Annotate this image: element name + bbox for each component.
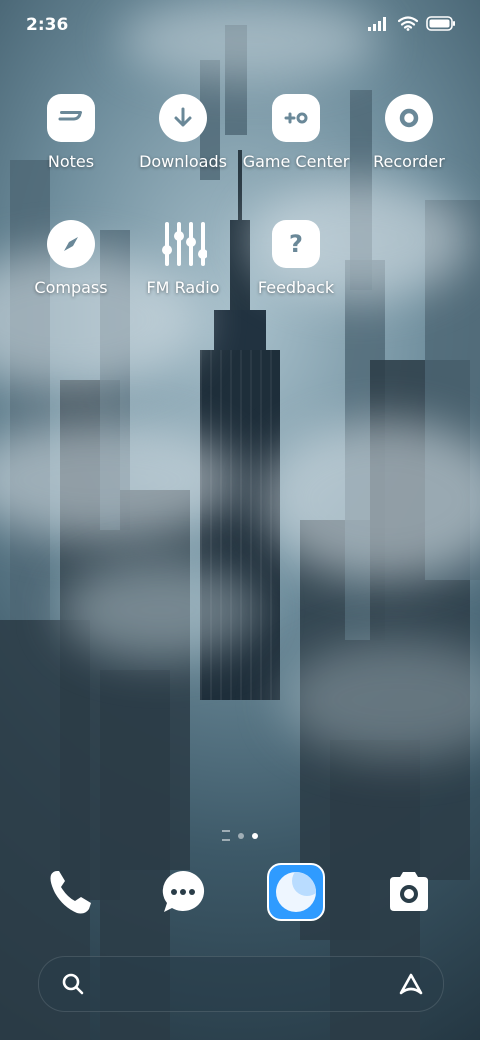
signal-icon: [368, 16, 386, 31]
messages-icon: [162, 870, 205, 912]
app-notes[interactable]: Notes: [16, 94, 126, 171]
status-icons: [368, 16, 456, 31]
app-label: FM Radio: [146, 278, 220, 297]
phone-icon: [50, 871, 91, 914]
search-bar[interactable]: [38, 956, 444, 1012]
browser-icon: [267, 863, 325, 921]
dock-camera[interactable]: [379, 862, 439, 922]
assistant-icon[interactable]: [397, 971, 425, 997]
dock-browser[interactable]: [266, 862, 326, 922]
equalizer-icon: [159, 220, 207, 268]
notes-icon: [47, 94, 95, 142]
app-label: Notes: [47, 152, 95, 171]
app-fm-radio[interactable]: FM Radio: [128, 220, 238, 297]
page-dot: [238, 832, 244, 839]
search-icon: [62, 973, 84, 995]
dock-phone[interactable]: [40, 862, 100, 922]
app-recorder[interactable]: Recorder: [354, 94, 464, 171]
compass-icon: [47, 220, 95, 268]
camera-icon: [390, 872, 428, 911]
gamepad-icon: [272, 94, 320, 142]
app-downloads[interactable]: Downloads: [128, 94, 238, 171]
dock-messages[interactable]: [153, 862, 213, 922]
app-feedback[interactable]: ? Feedback: [241, 220, 351, 297]
status-bar: 2:36: [0, 0, 480, 52]
app-compass[interactable]: Compass: [16, 220, 126, 297]
download-icon: [159, 94, 207, 142]
app-label: Compass: [34, 278, 108, 297]
app-list-indicator-icon: [222, 830, 230, 841]
status-time: 2:36: [26, 15, 69, 35]
app-game-center[interactable]: Game Center: [241, 94, 351, 171]
record-icon: [385, 94, 433, 142]
wifi-icon: [398, 16, 418, 31]
app-label: Game Center: [242, 152, 350, 171]
app-label: Feedback: [257, 278, 335, 297]
battery-icon: [426, 16, 455, 31]
page-indicator[interactable]: [200, 830, 280, 841]
app-label: Downloads: [139, 152, 227, 171]
question-icon: ?: [272, 220, 320, 268]
page-dot-active: [252, 832, 258, 839]
app-label: Recorder: [373, 152, 445, 171]
